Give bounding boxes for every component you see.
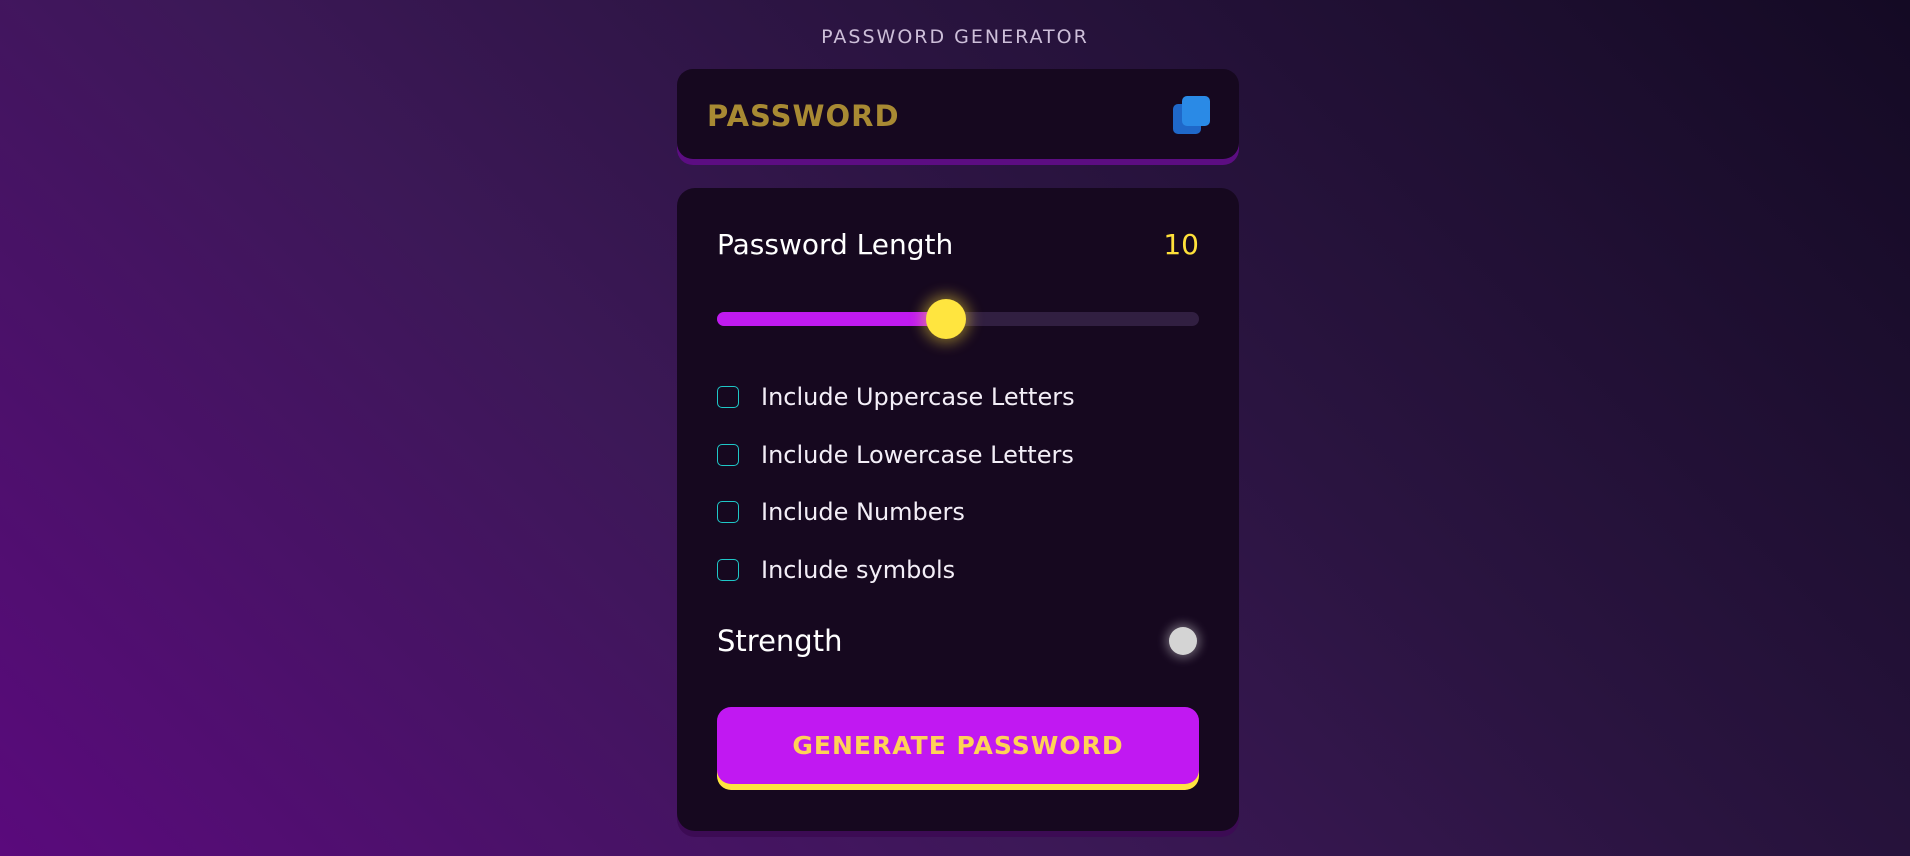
copy-icon (1173, 96, 1210, 134)
symbols-checkbox[interactable] (717, 558, 739, 581)
strength-label: Strength (717, 624, 843, 658)
settings-panel: Password Length 10 Include Uppercase Let… (677, 188, 1239, 831)
generate-password-button[interactable]: GENERATE PASSWORD (717, 707, 1199, 784)
password-display: PASSWORD (677, 69, 1239, 159)
slider-fill (717, 312, 946, 326)
slider-thumb[interactable] (925, 299, 966, 339)
strength-row: Strength (717, 621, 1199, 661)
length-slider[interactable] (717, 299, 1199, 339)
uppercase-label: Include Uppercase Letters (761, 383, 1075, 411)
numbers-label: Include Numbers (761, 498, 965, 526)
length-row: Password Length 10 (717, 228, 1199, 261)
lowercase-label: Include Lowercase Letters (761, 440, 1074, 469)
option-symbols[interactable]: Include symbols (717, 554, 1199, 612)
option-uppercase[interactable]: Include Uppercase Letters (717, 381, 1199, 439)
option-lowercase[interactable]: Include Lowercase Letters (717, 439, 1199, 497)
length-value: 10 (1163, 228, 1199, 261)
uppercase-checkbox[interactable] (717, 386, 739, 408)
lowercase-checkbox[interactable] (717, 443, 739, 466)
options-list: Include Uppercase Letters Include Lowerc… (717, 381, 1199, 611)
app-title: PASSWORD GENERATOR (821, 26, 1089, 48)
numbers-checkbox[interactable] (717, 501, 739, 523)
password-text: PASSWORD (707, 99, 900, 133)
option-numbers[interactable]: Include Numbers (717, 496, 1199, 554)
copy-button[interactable] (1172, 95, 1212, 135)
strength-indicator (1169, 627, 1197, 655)
symbols-label: Include symbols (761, 555, 956, 584)
length-label: Password Length (717, 228, 954, 261)
